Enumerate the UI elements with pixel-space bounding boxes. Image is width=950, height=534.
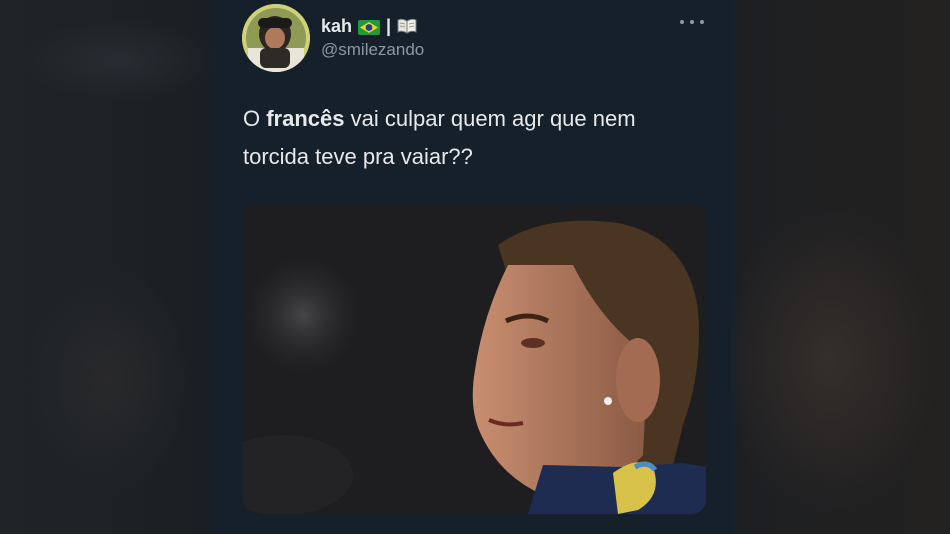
dot	[700, 20, 704, 24]
name-row: kah |	[321, 14, 417, 38]
tweet-text-bold: francês	[266, 106, 345, 131]
user-handle[interactable]: @smilezando	[321, 40, 424, 60]
display-name[interactable]: kah	[321, 16, 352, 37]
tweet-card: kah | @smilezando O francês vai culpar q…	[220, 0, 730, 534]
tweet-text: O francês vai culpar quem agr que nem to…	[243, 100, 703, 176]
tweet-text-start: O	[243, 106, 267, 131]
more-options-icon[interactable]	[680, 14, 704, 30]
tweet-media-image[interactable]	[243, 205, 706, 514]
dot	[680, 20, 684, 24]
open-book-icon	[397, 18, 417, 34]
dot	[690, 20, 694, 24]
brazil-flag-icon	[358, 19, 381, 35]
avatar[interactable]	[242, 4, 310, 72]
name-separator: |	[386, 15, 392, 36]
